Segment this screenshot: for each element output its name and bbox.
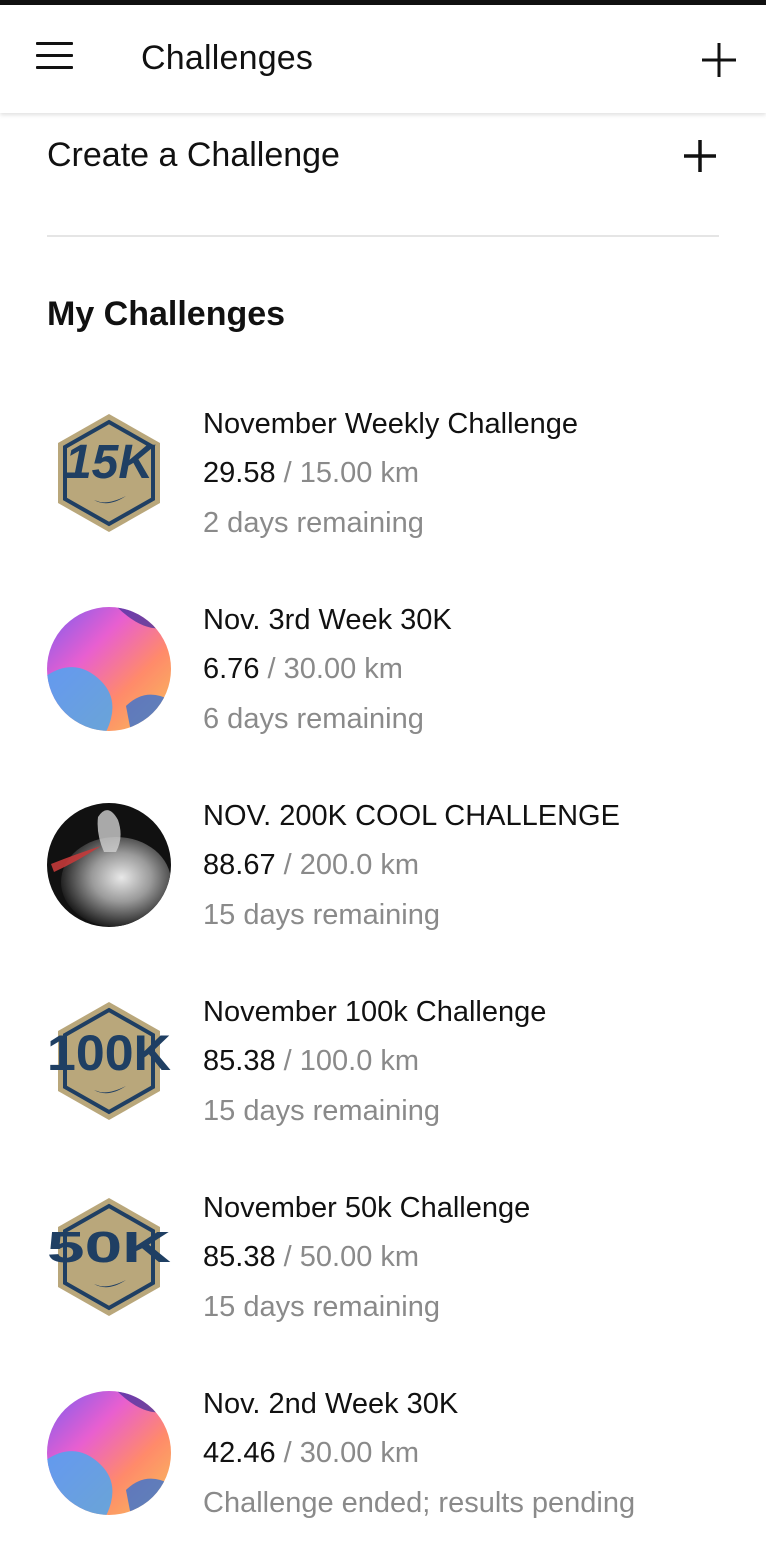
challenge-item[interactable]: 100K November 100k Challenge 85.38 / 100… [0,978,766,1174]
progress-current: 6.76 [203,653,260,685]
hamburger-menu-line [36,66,73,69]
challenge-item[interactable]: Nov. 2nd Week 30K 42.46 / 30.00 km Chall… [0,1370,766,1566]
challenge-progress: 85.38 / 50.00 km [203,1241,419,1274]
progress-current: 42.46 [203,1437,276,1469]
challenge-title: NOV. 200K COOL CHALLENGE [203,800,620,832]
app-header: Challenges [0,5,766,113]
challenge-list: 15K November Weekly Challenge 29.58 / 15… [0,390,766,1566]
challenge-status: Challenge ended; results pending [203,1487,636,1519]
15k-hex-badge-icon: 15K [46,410,172,536]
section-title-my-challenges: My Challenges [47,295,286,333]
progress-goal: 15.00 km [299,457,420,489]
progress-goal: 200.0 km [299,849,420,881]
challenge-title: Nov. 3rd Week 30K [203,604,452,636]
challenge-item[interactable]: 15K November Weekly Challenge 29.58 / 15… [0,390,766,586]
hamburger-menu-line [36,54,73,57]
challenge-status: 6 days remaining [203,703,424,735]
progress-current: 88.67 [203,849,276,881]
challenge-item[interactable]: NOV. 200K COOL CHALLENGE 88.67 / 200.0 k… [0,782,766,978]
challenge-item[interactable]: Nov. 3rd Week 30K 6.76 / 30.00 km 6 days… [0,586,766,782]
challenge-progress: 85.38 / 100.0 km [203,1045,419,1078]
badge-text: 50K [47,1223,171,1272]
progress-goal: 50.00 km [299,1241,420,1273]
plus-icon [684,140,716,172]
progress-current: 85.38 [203,1241,276,1273]
progress-goal: 30.00 km [283,653,403,685]
progress-current: 29.58 [203,457,276,489]
gradient-circle-badge-icon [46,606,172,732]
challenge-item[interactable]: 50K November 50k Challenge 85.38 / 50.00… [0,1174,766,1370]
progress-current: 85.38 [203,1045,276,1077]
create-challenge-row[interactable]: Create a Challenge [0,118,766,198]
divider [47,235,719,237]
gradient-circle-badge-icon [46,1390,172,1516]
plus-icon [702,43,736,77]
progress-separator: / [259,653,284,685]
smoke-circle-badge-icon [46,802,172,928]
menu-button[interactable] [28,29,82,83]
challenge-progress: 88.67 / 200.0 km [203,849,419,882]
badge-text: 15K [65,436,156,489]
challenge-progress: 6.76 / 30.00 km [203,653,403,686]
progress-goal: 100.0 km [299,1045,420,1077]
challenge-status: 2 days remaining [203,507,424,539]
100k-hex-badge-icon: 100K [46,998,172,1124]
progress-goal: 30.00 km [299,1437,420,1469]
progress-separator: / [275,849,300,881]
challenge-progress: 42.46 / 30.00 km [203,1437,419,1470]
add-challenge-button[interactable] [692,33,746,87]
challenge-title: Nov. 2nd Week 30K [203,1388,459,1420]
create-challenge-label: Create a Challenge [47,136,340,174]
progress-separator: / [275,1437,300,1469]
challenge-title: November 50k Challenge [203,1192,531,1224]
progress-separator: / [275,457,300,489]
challenge-title: November Weekly Challenge [203,408,579,440]
challenge-status: 15 days remaining [203,899,440,931]
page-title: Challenges [141,39,314,77]
badge-text: 100K [47,1025,171,1081]
progress-separator: / [275,1241,300,1273]
hamburger-menu-icon [36,42,73,45]
challenge-status: 15 days remaining [203,1291,440,1323]
progress-separator: / [275,1045,300,1077]
challenge-status: 15 days remaining [203,1095,440,1127]
challenge-title: November 100k Challenge [203,996,547,1028]
50k-hex-badge-icon: 50K [46,1194,172,1320]
challenge-progress: 29.58 / 15.00 km [203,457,419,490]
